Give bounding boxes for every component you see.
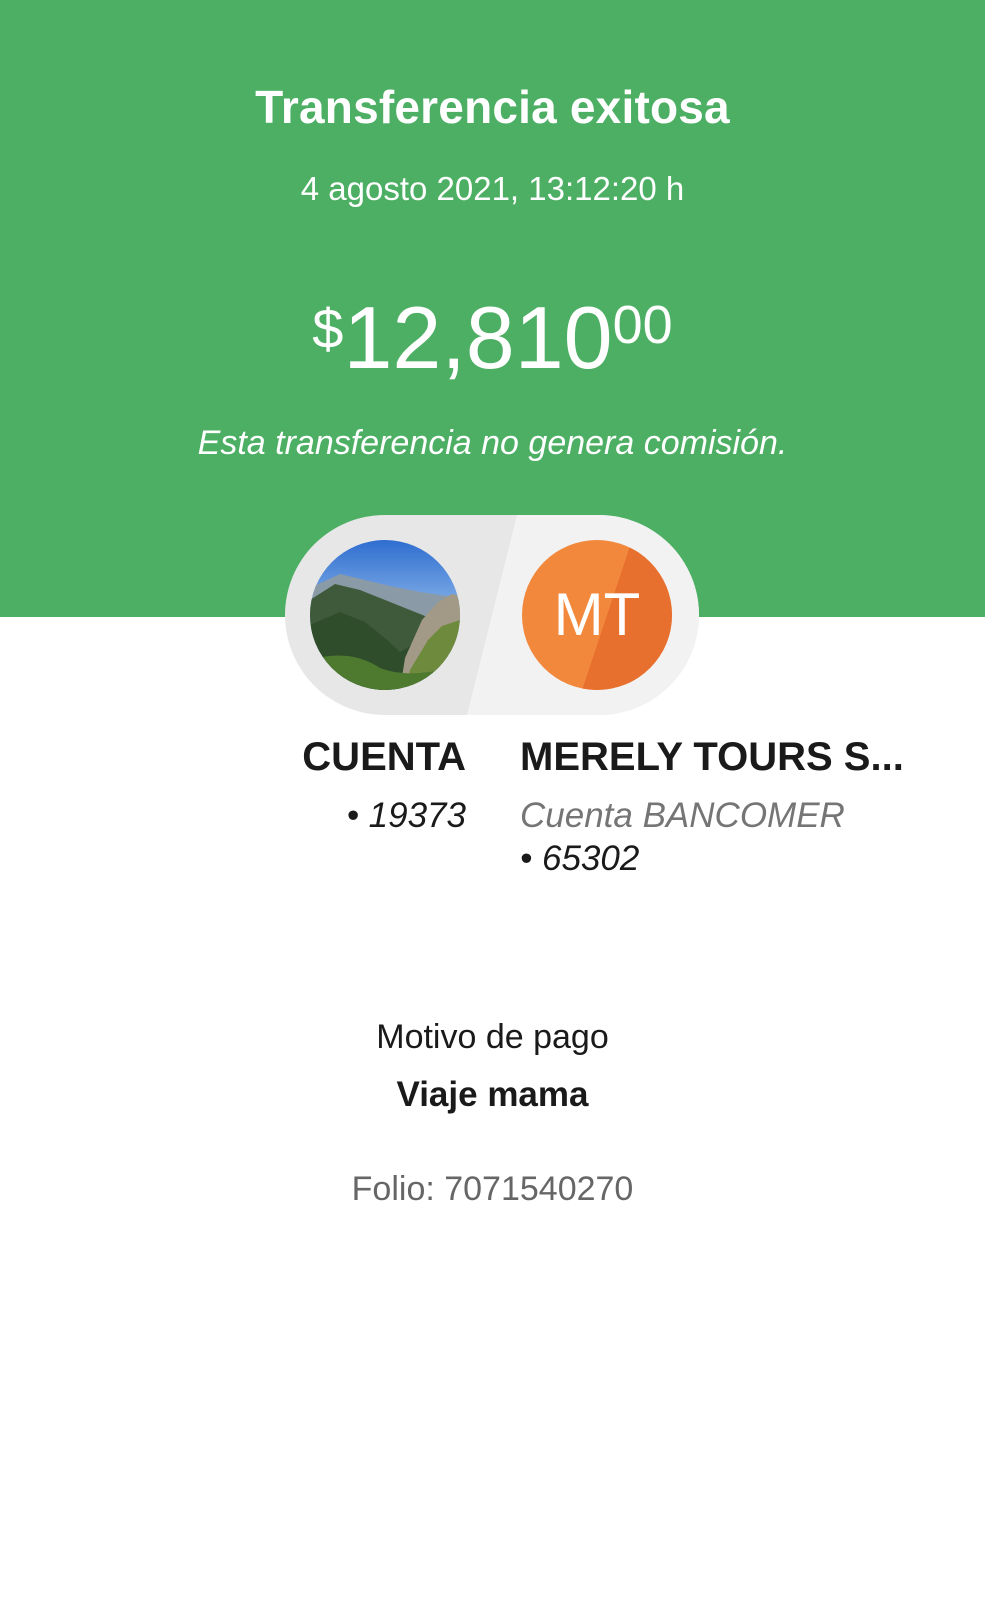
origin-account-name: CUENTA xyxy=(302,735,466,779)
transfer-amount: $12,81000 xyxy=(0,290,985,386)
destination-account-number: • 65302 xyxy=(520,839,640,878)
commission-note: Esta transferencia no genera comisión. xyxy=(197,424,788,462)
payment-reason-value: Viaje mama xyxy=(396,1075,589,1114)
destination-bank: Cuenta BANCOMER xyxy=(520,796,845,835)
payment-reason-label: Motivo de pago xyxy=(376,1018,609,1056)
destination-initials: MT xyxy=(553,581,641,648)
origin-account-avatar xyxy=(310,540,460,690)
origin-account-number: • 19373 xyxy=(346,796,466,835)
mountain-photo-icon xyxy=(310,540,460,690)
amount-decimals: 00 xyxy=(612,295,673,355)
accounts-pill: MT xyxy=(285,515,699,715)
destination-avatar: MT xyxy=(522,540,672,690)
page-title: Transferencia exitosa xyxy=(255,81,730,133)
folio-number: Folio: 7071540270 xyxy=(351,1170,634,1208)
amount-integer: 12,810 xyxy=(343,288,613,387)
transfer-datetime: 4 agosto 2021, 13:12:20 h xyxy=(300,170,685,207)
destination-name: MERELY TOURS S... xyxy=(520,735,904,779)
amount-currency: $ xyxy=(312,297,344,360)
